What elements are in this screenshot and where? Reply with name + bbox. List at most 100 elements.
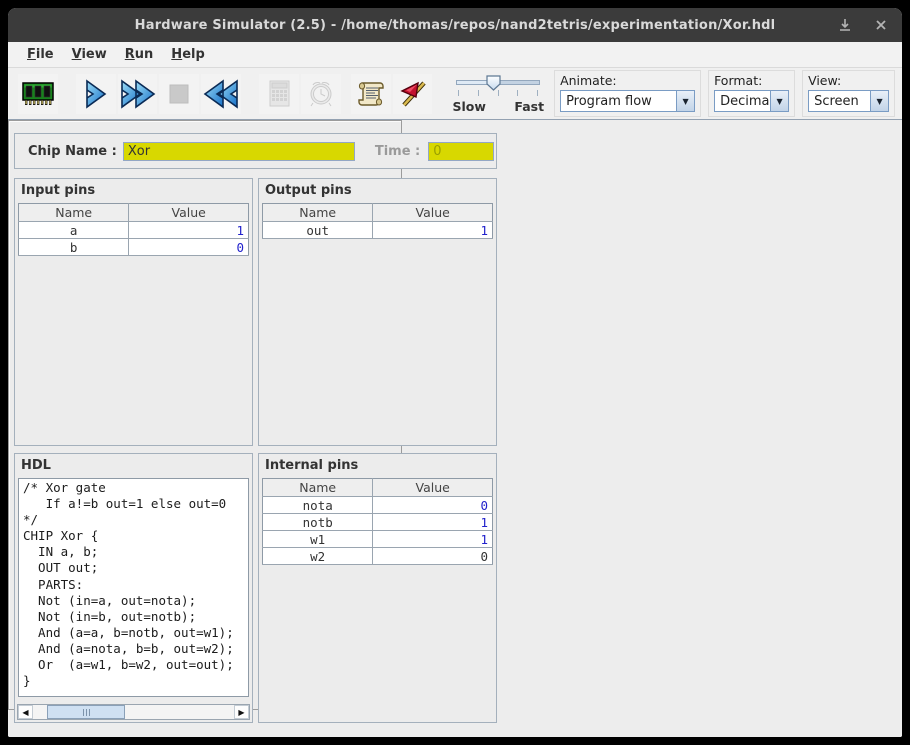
input-pins-table: Name Value a1b0	[18, 203, 249, 256]
hdl-panel: HDL /* Xor gate If a!=b out=1 else out=0…	[14, 453, 253, 723]
scrollbar-track[interactable]	[33, 705, 234, 719]
view-hdl-button[interactable]	[351, 74, 391, 114]
chip-name-panel: Chip Name : Time :	[14, 133, 497, 169]
clock-icon	[304, 77, 338, 111]
format-value: Decimal	[715, 94, 770, 109]
pin-row: nota0	[263, 497, 493, 514]
window-title: Hardware Simulator (2.5) - /home/thomas/…	[135, 18, 776, 33]
column-header-value: Value	[373, 479, 493, 497]
pin-name-cell: a	[19, 222, 129, 239]
pin-row: b0	[19, 239, 249, 256]
pin-value-cell: 1	[373, 531, 493, 548]
animate-dropdown[interactable]: Program flow ▼	[560, 90, 695, 112]
single-step-icon	[79, 77, 113, 111]
animate-value: Program flow	[561, 94, 676, 109]
breakpoint-flag-icon	[396, 77, 430, 111]
internal-pins-table: Name Value nota0notb1w11w20	[262, 478, 493, 565]
reset-icon	[202, 77, 240, 111]
hdl-horizontal-scrollbar[interactable]: ◀ ▶	[17, 704, 250, 720]
pin-name-cell: notb	[263, 514, 373, 531]
output-pins-table: Name Value out1	[262, 203, 493, 239]
title-bar[interactable]: Hardware Simulator (2.5) - /home/thomas/…	[8, 8, 902, 42]
slider-fast-label: Fast	[514, 99, 544, 114]
close-icon	[875, 19, 887, 31]
chevron-down-icon[interactable]: ▼	[870, 91, 888, 111]
menu-help[interactable]: Help	[162, 44, 213, 65]
calculator-icon	[262, 77, 296, 111]
column-header-name: Name	[263, 479, 373, 497]
slider-slow-label: Slow	[452, 99, 485, 114]
output-pins-panel: Output pins Name Value out1	[258, 178, 497, 446]
pin-value-cell: 0	[373, 548, 493, 565]
pin-name-cell: w2	[263, 548, 373, 565]
hardware-simulator-window: Hardware Simulator (2.5) - /home/thomas/…	[8, 8, 902, 737]
content-area: Chip Name : Time : Input pins Name Value…	[8, 120, 902, 737]
format-group: Format: Decimal ▼	[708, 70, 795, 117]
calculator-button[interactable]	[259, 74, 299, 114]
scroll-right-arrow-icon[interactable]: ▶	[234, 705, 249, 719]
animate-label: Animate:	[560, 73, 695, 88]
view-value: Screen	[809, 94, 870, 109]
stop-button[interactable]	[159, 74, 199, 114]
speed-slider[interactable]: Slow Fast	[452, 74, 544, 114]
scroll-left-arrow-icon[interactable]: ◀	[18, 705, 33, 719]
menu-run[interactable]: Run	[116, 44, 163, 65]
pin-row: out1	[263, 222, 493, 239]
input-pins-panel: Input pins Name Value a1b0	[14, 178, 253, 446]
chip-name-field[interactable]	[123, 142, 355, 161]
breakpoints-button[interactable]	[393, 74, 433, 114]
pin-name-cell: nota	[263, 497, 373, 514]
time-label: Time :	[375, 144, 420, 159]
pin-name-cell: b	[19, 239, 129, 256]
toolbar: Slow Fast Animate: Program flow ▼ Format…	[8, 68, 902, 120]
pin-name-cell: out	[263, 222, 373, 239]
column-header-name: Name	[19, 204, 129, 222]
pin-value-cell: 1	[373, 514, 493, 531]
chevron-down-icon[interactable]: ▼	[676, 91, 694, 111]
minimize-icon	[838, 18, 852, 32]
chevron-down-icon[interactable]: ▼	[770, 91, 788, 111]
pin-value-cell: 1	[373, 222, 493, 239]
format-label: Format:	[714, 73, 789, 88]
chip-name-label: Chip Name :	[28, 144, 117, 159]
pin-row: notb1	[263, 514, 493, 531]
pin-name-cell: w1	[263, 531, 373, 548]
run-icon	[119, 77, 157, 111]
slider-ticks	[452, 90, 544, 98]
column-header-name: Name	[263, 204, 373, 222]
screen: Hardware Simulator (2.5) - /home/thomas/…	[0, 0, 910, 745]
script-icon	[354, 77, 388, 111]
animate-group: Animate: Program flow ▼	[554, 70, 701, 117]
pin-value-cell: 0	[373, 497, 493, 514]
output-pins-title: Output pins	[259, 179, 496, 201]
chip-icon	[20, 76, 56, 112]
pin-value-cell[interactable]: 1	[129, 222, 249, 239]
single-step-button[interactable]	[76, 74, 116, 114]
pin-row: w11	[263, 531, 493, 548]
internal-pins-title: Internal pins	[259, 454, 496, 476]
hdl-title: HDL	[15, 454, 252, 476]
format-dropdown[interactable]: Decimal ▼	[714, 90, 789, 112]
hdl-code[interactable]: /* Xor gate If a!=b out=1 else out=0 */ …	[18, 478, 249, 697]
time-field	[428, 142, 494, 161]
input-pins-title: Input pins	[15, 179, 252, 201]
menu-view[interactable]: View	[63, 44, 116, 65]
run-button[interactable]	[118, 74, 158, 114]
column-header-value: Value	[129, 204, 249, 222]
clock-button[interactable]	[301, 74, 341, 114]
scrollbar-thumb[interactable]	[47, 705, 125, 719]
view-label: View:	[808, 73, 889, 88]
internal-pins-panel: Internal pins Name Value nota0notb1w11w2…	[258, 453, 497, 723]
view-dropdown[interactable]: Screen ▼	[808, 90, 889, 112]
pin-value-cell[interactable]: 0	[129, 239, 249, 256]
load-chip-button[interactable]	[18, 74, 58, 114]
view-group: View: Screen ▼	[802, 70, 895, 117]
reset-button[interactable]	[201, 74, 241, 114]
stop-icon	[162, 77, 196, 111]
minimize-button[interactable]	[834, 14, 856, 36]
close-button[interactable]	[870, 14, 892, 36]
pin-row: w20	[263, 548, 493, 565]
menu-file[interactable]: File	[18, 44, 63, 65]
slider-thumb[interactable]	[486, 75, 501, 91]
column-header-value: Value	[373, 204, 493, 222]
